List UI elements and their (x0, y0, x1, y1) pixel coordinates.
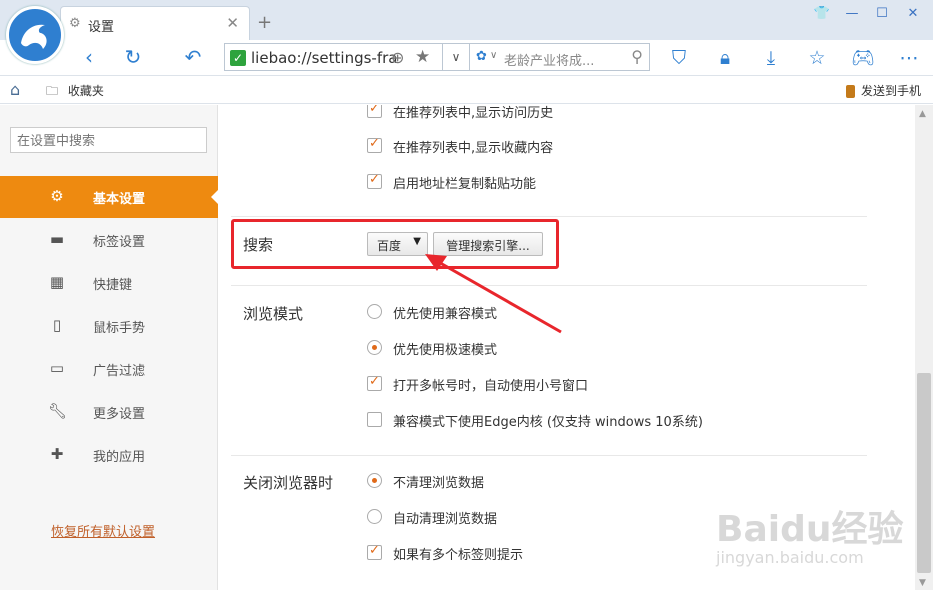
sidebar-item-apps[interactable]: ✚ 我的应用 (0, 434, 218, 476)
sidebar-item-tabs[interactable]: ▬ 标签设置 (0, 219, 218, 261)
chevron-down-icon: ∨ (451, 50, 461, 64)
folder-icon: 🗀 (46, 84, 59, 98)
address-dropdown-button[interactable]: ∨ (442, 43, 470, 71)
new-tab-button[interactable]: + (257, 12, 272, 33)
sidebar-item-more[interactable]: 🔧︎ 更多设置 (0, 391, 218, 433)
phone-icon (845, 85, 855, 98)
close-window-button[interactable]: ✕ (901, 6, 925, 24)
bookmarks-bar: ⌂ 🗀 收藏夹 发送到手机 (0, 77, 933, 104)
address-text: liebao://settings-fra (251, 49, 398, 67)
scrollbar-thumb[interactable] (917, 373, 931, 573)
gamepad-icon[interactable]: 🎮︎ (850, 45, 876, 71)
settings-content: 在推荐列表中,显示访问历史 在推荐列表中,显示收藏内容 启用地址栏复制黏贴功能 … (219, 105, 915, 590)
scroll-down-icon[interactable]: ▼ (919, 578, 926, 588)
liebao-logo (6, 6, 64, 64)
search-input[interactable]: ✿ ∨ 老龄产业将成... ⚲ (470, 43, 650, 71)
menu-icon[interactable]: ⋯ (896, 45, 922, 71)
minimize-button[interactable]: — (840, 6, 864, 24)
sidebar-item-label: 标签设置 (93, 235, 146, 250)
download-icon[interactable]: ⤓ (758, 45, 784, 71)
puzzle-icon: ✚ (50, 445, 64, 463)
sidebar-item-label: 更多设置 (93, 407, 146, 422)
address-bar[interactable]: ✓ liebao://settings-fra ⊕ ★ (224, 43, 442, 71)
search-placeholder: 老龄产业将成... (504, 54, 595, 69)
plugin-icon[interactable]: ⊕ (391, 48, 404, 67)
favorites-label: 收藏夹 (67, 84, 104, 98)
sidebar-item-basic[interactable]: ⚙ 基本设置 (0, 176, 219, 218)
send-to-phone-label: 发送到手机 (860, 84, 921, 98)
shield-icon[interactable]: ⛉ (666, 45, 692, 71)
wrench-icon: 🔧︎ (48, 402, 68, 420)
undo-close-button[interactable]: ↶ (180, 44, 206, 70)
sidebar-item-label: 快捷键 (93, 278, 133, 293)
sidebar-item-label: 广告过滤 (93, 364, 146, 379)
maximize-button[interactable]: ☐ (870, 6, 894, 24)
settings-search-input[interactable] (10, 127, 207, 153)
send-to-phone-button[interactable]: 发送到手机 (845, 82, 921, 99)
bookmark-star-icon[interactable]: ★ (415, 47, 430, 67)
annotation-arrow (425, 254, 562, 334)
favorites-folder[interactable]: 🗀 收藏夹 (46, 82, 104, 103)
gear-icon: ⚙ (50, 187, 64, 205)
keyboard-icon: ▦ (49, 273, 65, 291)
home-icon[interactable]: ⌂ (10, 80, 20, 99)
window-icon: ▭ (49, 359, 65, 377)
sidebar-item-shortcuts[interactable]: ▦ 快捷键 (0, 262, 218, 304)
back-button[interactable]: ‹ (76, 44, 102, 70)
engine-dropdown-icon[interactable]: ∨ (490, 50, 497, 61)
lock-icon[interactable]: 🔒︎ (712, 45, 738, 71)
sidebar-item-label: 基本设置 (93, 192, 146, 207)
mouse-icon: ▯ (52, 316, 62, 334)
sidebar-item-label: 我的应用 (93, 450, 146, 465)
refresh-button[interactable]: ↻ (120, 44, 146, 70)
tab-icon: ▬ (49, 230, 65, 248)
gear-icon: ⚙ (69, 16, 81, 31)
close-tab-icon[interactable]: ✕ (226, 14, 239, 32)
scroll-up-icon[interactable]: ▲ (919, 109, 926, 119)
sidebar-item-label: 鼠标手势 (93, 321, 146, 336)
restore-defaults-link[interactable]: 恢复所有默认设置 (51, 521, 155, 540)
settings-sidebar: ⚙ 基本设置 ▬ 标签设置 ▦ 快捷键 ▯ 鼠标手势 ▭ 广告过滤 🔧︎ 更多设… (0, 105, 219, 590)
title-bar: ⚙ 设置 ✕ + 👕 — ☐ ✕ (0, 0, 933, 40)
tab-settings[interactable]: ⚙ 设置 ✕ (60, 6, 250, 40)
sidebar-item-ad-filter[interactable]: ▭ 广告过滤 (0, 348, 218, 390)
navigation-bar: ‹ ↻ ↶ ✓ liebao://settings-fra ⊕ ★ ∨ ✿ ∨ … (0, 40, 933, 76)
skin-icon[interactable]: 👕 (810, 6, 834, 24)
favorites-star-icon[interactable]: ☆ (804, 45, 830, 71)
tab-title: 设置 (88, 20, 115, 35)
baidu-paw-icon: ✿ (476, 49, 487, 64)
sidebar-item-mouse-gestures[interactable]: ▯ 鼠标手势 (0, 305, 218, 347)
search-icon[interactable]: ⚲ (631, 47, 643, 66)
vertical-scrollbar[interactable]: ▲ ▼ (915, 105, 933, 590)
secure-icon: ✓ (230, 50, 246, 66)
